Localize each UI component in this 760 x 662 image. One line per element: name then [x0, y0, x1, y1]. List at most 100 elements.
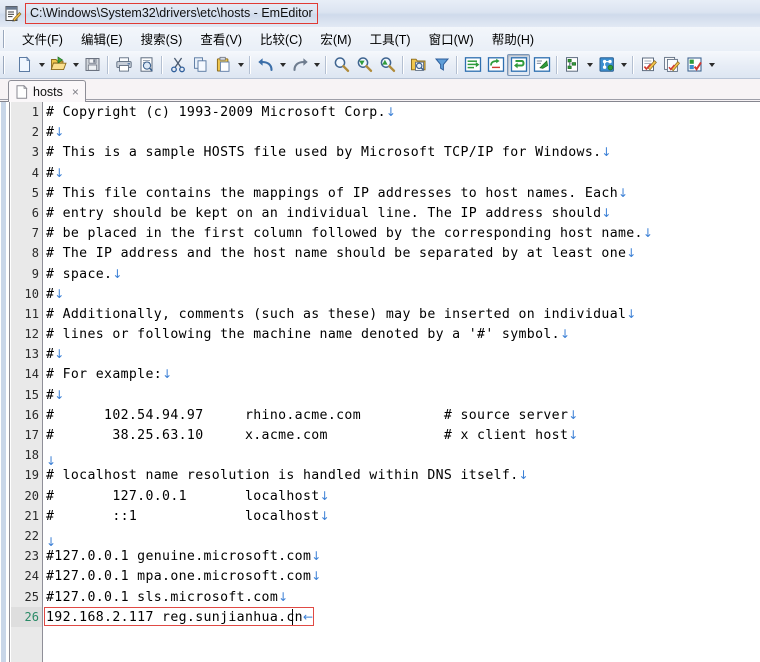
menu-macro[interactable]: 宏(M) — [311, 26, 360, 52]
eol-marker: ↓ — [112, 266, 123, 281]
find-in-files-button[interactable] — [407, 54, 430, 76]
find-previous-button[interactable] — [376, 54, 399, 76]
save-file-button[interactable] — [81, 54, 104, 76]
line-number-row: 20 — [11, 486, 42, 506]
code-line[interactable]: # 102.54.94.97 rhino.acme.com # source s… — [43, 405, 760, 425]
paste-button[interactable] — [212, 54, 235, 76]
undo-dropdown-icon[interactable] — [277, 54, 288, 76]
print-button[interactable] — [112, 54, 135, 76]
menu-file[interactable]: 文件(F) — [13, 26, 72, 52]
menubar-grip[interactable] — [2, 30, 10, 48]
redo-button[interactable] — [288, 54, 311, 76]
code-line[interactable]: #↓ — [43, 344, 760, 364]
eol-marker: ↓ — [319, 488, 330, 503]
print-preview-button[interactable] — [135, 54, 158, 76]
find-button[interactable] — [330, 54, 353, 76]
eol-marker: ↓ — [54, 347, 65, 362]
code-line[interactable]: #127.0.0.1 mpa.one.microsoft.com↓ — [43, 566, 760, 586]
code-line[interactable]: #↓ — [43, 284, 760, 304]
menu-search[interactable]: 搜索(S) — [132, 26, 192, 52]
eol-marker: ↓ — [568, 407, 579, 422]
snippet-button[interactable] — [595, 54, 618, 76]
line-number-column: 1 2 3 4 5 6 7 8 9 10 11 12 13 14 15 16 17 18 19 20 21 22 23 24 2… — [11, 102, 42, 662]
eol-marker: ↓ — [311, 549, 322, 564]
find-next-button[interactable] — [353, 54, 376, 76]
new-file-dropdown-icon[interactable] — [36, 54, 47, 76]
code-line-text: # This file contains the mappings of IP … — [46, 185, 618, 201]
open-file-button[interactable] — [47, 54, 70, 76]
menu-edit[interactable]: 编辑(E) — [72, 26, 132, 52]
line-number-row: 15 — [11, 385, 42, 405]
code-line[interactable]: #127.0.0.1 genuine.microsoft.com↓ — [43, 546, 760, 566]
code-line[interactable]: # Additionally, comments (such as these)… — [43, 304, 760, 324]
code-line[interactable]: # The IP address and the host name shoul… — [43, 243, 760, 263]
menu-help[interactable]: 帮助(H) — [483, 26, 543, 52]
code-line[interactable]: # ::1 localhost↓ — [43, 506, 760, 526]
tab-hosts[interactable]: hosts × — [8, 80, 86, 102]
line-number: 16 — [24, 407, 39, 422]
copy-button[interactable] — [189, 54, 212, 76]
line-number-row: 1 — [11, 102, 42, 122]
code-line[interactable]: # 38.25.63.10 x.acme.com # x client host… — [43, 425, 760, 445]
line-number: 9 — [31, 266, 39, 281]
toolbar-separator — [161, 55, 163, 74]
code-line[interactable]: # entry should be kept on an individual … — [43, 203, 760, 223]
code-line[interactable]: # lines or following the machine name de… — [43, 324, 760, 344]
code-line[interactable]: # This file contains the mappings of IP … — [43, 183, 760, 203]
menu-window[interactable]: 窗口(W) — [420, 26, 483, 52]
code-text-area[interactable]: # Copyright (c) 1993-2009 Microsoft Corp… — [43, 102, 760, 662]
word-wrap-button[interactable] — [507, 53, 530, 76]
code-line-text: # ::1 localhost — [46, 508, 320, 524]
menu-view[interactable]: 查看(V) — [191, 26, 251, 52]
editor-area[interactable]: # Copyright (c) 1993-2009 Microsoft Corp… — [0, 102, 760, 662]
emeditor-app-icon — [4, 5, 22, 23]
macro-properties-button[interactable] — [683, 54, 706, 76]
line-number-row: 7 — [11, 223, 42, 243]
outline-dropdown-icon[interactable] — [584, 54, 595, 76]
line-number-row: 26 — [11, 606, 42, 627]
code-line[interactable]: #↓ — [43, 385, 760, 405]
toolbar-grip[interactable] — [2, 55, 10, 74]
code-line[interactable]: # localhost name resolution is handled w… — [43, 465, 760, 485]
code-line-text: # This is a sample HOSTS file used by Mi… — [46, 145, 602, 161]
line-number: 25 — [24, 589, 39, 604]
new-file-button[interactable] — [13, 54, 36, 76]
code-line[interactable]: ↓ — [43, 445, 760, 468]
code-line-text: #127.0.0.1 sls.microsoft.com — [46, 589, 279, 605]
menu-compare[interactable]: 比较(C) — [251, 26, 311, 52]
insert-line-button[interactable] — [461, 54, 484, 76]
eol-marker: ↓ — [601, 145, 612, 160]
close-icon[interactable]: × — [72, 86, 79, 98]
find-in-files-icon — [410, 58, 425, 71]
redo-dropdown-icon[interactable] — [311, 54, 322, 76]
code-line[interactable]: # Copyright (c) 1993-2009 Microsoft Corp… — [43, 102, 760, 122]
code-line[interactable]: # This is a sample HOSTS file used by Mi… — [43, 142, 760, 162]
outline-button[interactable] — [561, 54, 584, 76]
paste-dropdown-icon[interactable] — [235, 54, 246, 76]
replace-button[interactable] — [484, 54, 507, 76]
code-line[interactable]: #↓ — [43, 122, 760, 142]
cut-button[interactable] — [166, 54, 189, 76]
filter-button[interactable] — [430, 54, 453, 76]
code-line[interactable]: # 127.0.0.1 localhost↓ — [43, 486, 760, 506]
eol-marker: ↓ — [626, 246, 637, 261]
line-number-row: 23 — [11, 546, 42, 566]
undo-button[interactable] — [254, 54, 277, 76]
code-line[interactable]: ↓ — [43, 526, 760, 549]
code-line[interactable]: #127.0.0.1 sls.microsoft.com↓ — [43, 587, 760, 607]
code-line[interactable]: # For example:↓ — [43, 364, 760, 384]
snippet-dropdown-icon[interactable] — [618, 54, 629, 76]
line-number-row: 4 — [11, 163, 42, 183]
line-number: 2 — [31, 125, 39, 140]
macro-run-button[interactable] — [637, 54, 660, 76]
code-line[interactable]: # space.↓ — [43, 264, 760, 284]
open-file-dropdown-icon[interactable] — [70, 54, 81, 76]
code-line[interactable]: #↓ — [43, 163, 760, 183]
macro-select-button[interactable] — [660, 54, 683, 76]
go-to-button[interactable] — [530, 54, 553, 76]
line-number-row: 3 — [11, 142, 42, 162]
menu-tools[interactable]: 工具(T) — [361, 26, 420, 52]
code-line[interactable]: 192.168.2.117 reg.sunjianhua.cn← — [43, 606, 760, 627]
macro-dropdown-icon[interactable] — [706, 54, 717, 76]
code-line[interactable]: # be placed in the first column followed… — [43, 223, 760, 243]
